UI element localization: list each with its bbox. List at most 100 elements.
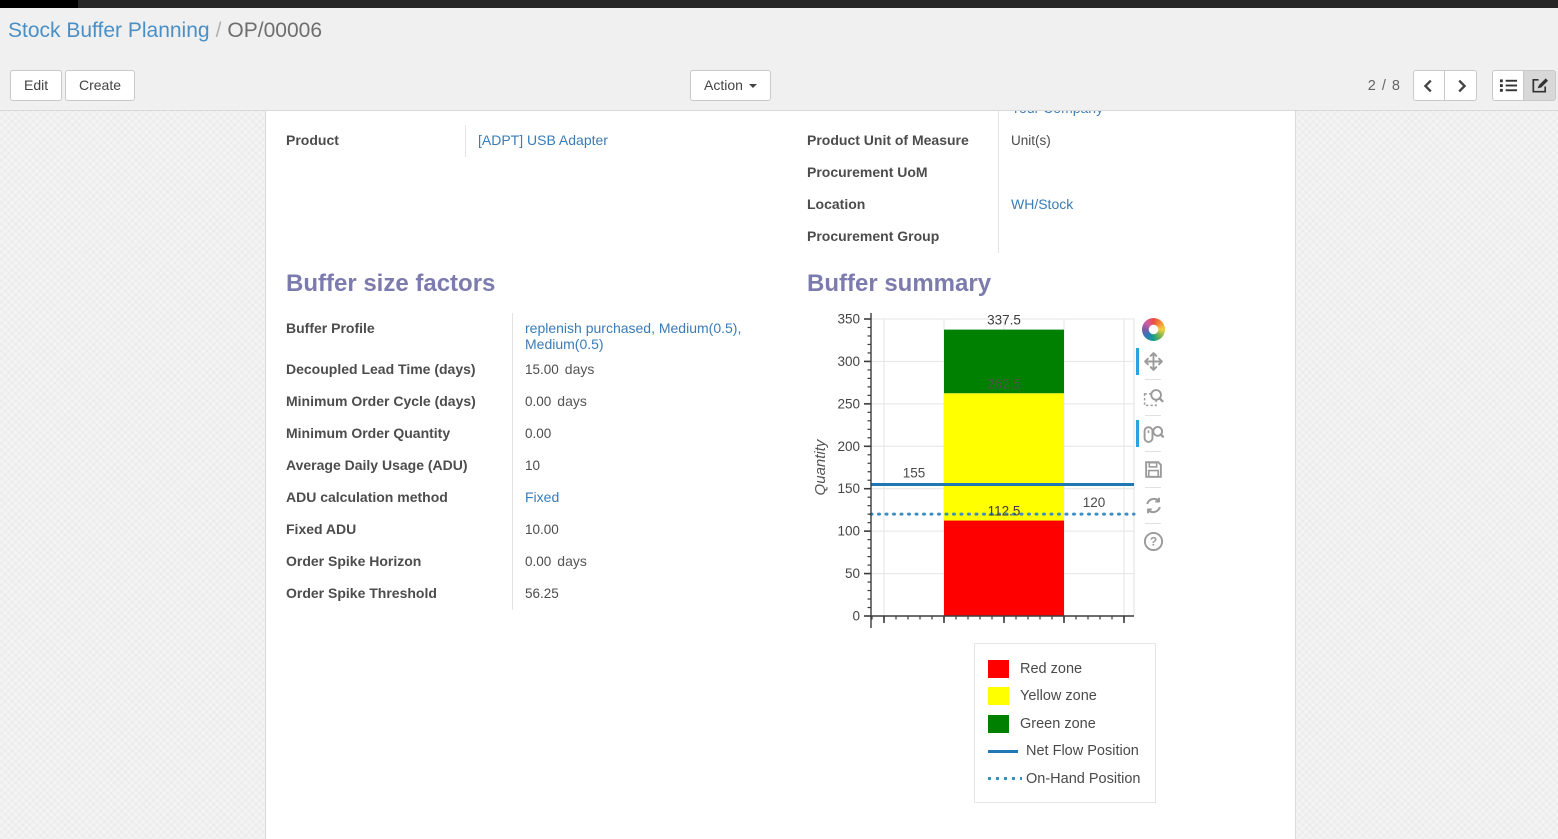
top-menu-bar-edge <box>0 0 1558 8</box>
buffer-size-factors-title: Buffer size factors <box>286 269 807 299</box>
field-value[interactable]: WH/Stock <box>998 189 1275 221</box>
toolbar-divider <box>1145 379 1161 380</box>
field-label: Product <box>286 125 465 157</box>
toolbar-divider <box>1145 523 1161 524</box>
create-button[interactable]: Create <box>65 70 135 101</box>
right-field-group: Your CompanyProduct Unit of MeasureUnit(… <box>807 111 1275 269</box>
legend-label: Green zone <box>1020 716 1096 732</box>
svg-text:?: ? <box>1149 535 1156 549</box>
chevron-left-icon <box>1420 77 1438 95</box>
pager-next-button[interactable] <box>1445 70 1477 101</box>
svg-text:0: 0 <box>852 609 860 624</box>
active-tool-indicator <box>1136 420 1139 447</box>
svg-text:Quantity: Quantity <box>812 438 829 495</box>
list-view-button[interactable] <box>1492 70 1524 101</box>
control-panel: Stock Buffer Planning/OP/00006 Edit Crea… <box>0 8 1558 111</box>
help-icon[interactable]: ? <box>1135 526 1171 557</box>
field-value: 15.00days <box>512 354 807 386</box>
wheel-zoom-icon[interactable] <box>1135 418 1171 449</box>
buffer-summary-group: Buffer summary 155120337.5262.5112.50501… <box>807 269 1275 803</box>
pager-previous-button[interactable] <box>1413 70 1445 101</box>
field-label: Fixed ADU <box>286 514 512 546</box>
field-value <box>998 157 1275 189</box>
field-label: Procurement UoM <box>807 157 998 189</box>
field-row: Procurement UoM <box>807 157 1275 189</box>
field-row: Order Spike Horizon0.00days <box>286 546 807 578</box>
field-label: Decoupled Lead Time (days) <box>286 354 512 386</box>
form-sheet: Product[ADPT] USB Adapter Your CompanyPr… <box>265 111 1296 839</box>
buffer-chart-plot: 155120337.5262.5112.50501001502002503003… <box>809 305 1143 641</box>
field-value[interactable]: Fixed <box>512 482 807 514</box>
red-zone-swatch <box>988 660 1009 678</box>
chart-legend: Red zone Yellow zone Green zone Net Flow Po… <box>974 643 1156 803</box>
field-row: Fixed ADU10.00 <box>286 514 807 546</box>
toolbar-divider <box>1145 415 1161 416</box>
field-row: Product Unit of MeasureUnit(s) <box>807 125 1275 157</box>
breadcrumb-stock-buffer-planning[interactable]: Stock Buffer Planning <box>8 19 210 42</box>
field-value[interactable]: Your Company <box>998 111 1275 125</box>
buffer-summary-chart: 155120337.5262.5112.50501001502002503003… <box>809 305 1275 803</box>
field-value: 56.25 <box>512 578 807 610</box>
svg-text:155: 155 <box>903 465 926 480</box>
list-icon <box>1499 76 1518 95</box>
field-row: Product[ADPT] USB Adapter <box>286 125 807 157</box>
svg-text:250: 250 <box>837 396 860 411</box>
field-value[interactable]: replenish purchased, Medium(0.5), Medium… <box>512 313 807 354</box>
field-label: Product Unit of Measure <box>807 125 998 157</box>
field-row: Procurement Group <box>807 221 1275 253</box>
field-label: Procurement Group <box>807 221 998 253</box>
legend-item: Yellow zone <box>988 683 1142 711</box>
buffer-factors-fields: Buffer Profilereplenish purchased, Mediu… <box>286 313 807 610</box>
form-view-button[interactable] <box>1524 70 1556 101</box>
legend-item: Net Flow Position <box>988 738 1142 766</box>
field-value: 0.00days <box>512 546 807 578</box>
top-menu-active-segment <box>0 0 78 8</box>
field-label <box>807 111 998 125</box>
view-switcher <box>1492 70 1556 101</box>
edit-form-icon <box>1530 76 1549 95</box>
yellow-zone-swatch <box>988 687 1009 705</box>
field-row: Average Daily Usage (ADU)10 <box>286 450 807 482</box>
svg-text:150: 150 <box>837 481 860 496</box>
legend-label: Red zone <box>1020 661 1082 677</box>
green-zone-swatch <box>988 715 1009 733</box>
buffer-summary-title: Buffer summary <box>807 269 1275 299</box>
save-icon[interactable] <box>1135 454 1171 485</box>
edit-button[interactable]: Edit <box>10 70 62 101</box>
field-row: Decoupled Lead Time (days)15.00days <box>286 354 807 386</box>
field-label: Order Spike Horizon <box>286 546 512 578</box>
field-label: Buffer Profile <box>286 313 512 354</box>
toolbar-divider <box>1145 487 1161 488</box>
pager-counter: 2 / 8 <box>1368 78 1401 94</box>
legend-label: Yellow zone <box>1020 688 1097 704</box>
field-row: ADU calculation methodFixed <box>286 482 807 514</box>
field-value[interactable]: [ADPT] USB Adapter <box>465 125 807 157</box>
on-hand-dotted-swatch <box>988 777 1022 780</box>
field-value: 0.00days <box>512 386 807 418</box>
toolbar-divider <box>1145 451 1161 452</box>
field-label: Location <box>807 189 998 221</box>
action-dropdown-button[interactable]: Action <box>690 70 771 101</box>
header-field-groups: Product[ADPT] USB Adapter Your CompanyPr… <box>286 111 1275 269</box>
chart-toolbar: ? <box>1135 313 1171 557</box>
bokeh-logo <box>1142 318 1165 341</box>
field-row: Order Spike Threshold56.25 <box>286 578 807 610</box>
legend-item: On-Hand Position <box>988 765 1142 793</box>
box-zoom-icon[interactable] <box>1135 382 1171 413</box>
buffer-size-factors-group: Buffer size factors Buffer Profilereplen… <box>286 269 807 803</box>
reset-icon[interactable] <box>1135 490 1171 521</box>
legend-item: Green zone <box>988 710 1142 738</box>
field-row: Minimum Order Quantity0.00 <box>286 418 807 450</box>
breadcrumb: Stock Buffer Planning/OP/00006 <box>8 19 322 43</box>
breadcrumb-separator: / <box>210 19 228 42</box>
field-value: Unit(s) <box>998 125 1275 157</box>
left-field-group: Product[ADPT] USB Adapter <box>286 125 807 269</box>
form-view-background: Product[ADPT] USB Adapter Your CompanyPr… <box>0 111 1558 839</box>
buffer-groups: Buffer size factors Buffer Profilereplen… <box>286 269 1275 803</box>
pan-icon[interactable] <box>1135 346 1171 377</box>
svg-text:350: 350 <box>837 312 860 327</box>
field-value: 10.00 <box>512 514 807 546</box>
caret-down-icon <box>749 84 757 88</box>
svg-text:200: 200 <box>837 439 860 454</box>
field-row: Buffer Profilereplenish purchased, Mediu… <box>286 313 807 354</box>
